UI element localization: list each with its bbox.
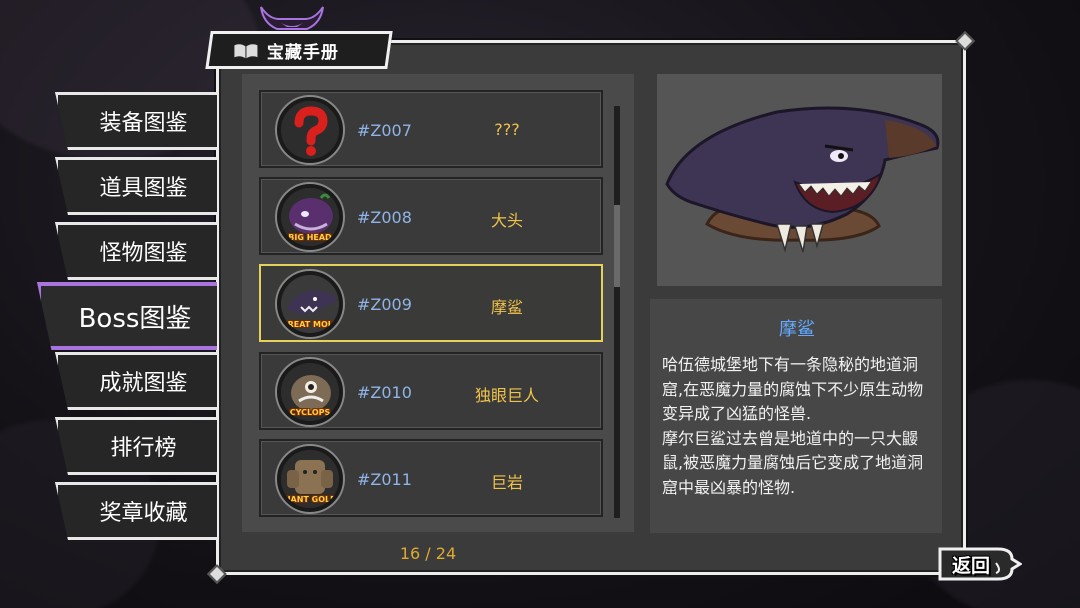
boss-list-row[interactable]: BIG HEAD #Z008 大头: [259, 177, 603, 255]
nav-boss-codex[interactable]: Boss图鉴: [37, 282, 217, 350]
boss-portrait: GREAT MOLESHARK: [277, 271, 343, 337]
nav-label: 道具图鉴: [99, 176, 188, 201]
nav-label: Boss图鉴: [78, 303, 192, 334]
nav-label: 装备图鉴: [99, 111, 188, 136]
boss-id: #Z009: [357, 295, 412, 314]
list-scrollbar-thumb[interactable]: [614, 205, 620, 287]
boss-detail-title: 摩鲨: [779, 319, 815, 340]
boss-portrait: [277, 97, 343, 163]
nav-label: 成就图鉴: [99, 371, 188, 396]
frame-corner-ornament: [207, 564, 227, 584]
portrait-logo-label: GREAT MOLESHARK: [281, 320, 339, 329]
boss-portrait: GIANT GOLEM: [277, 446, 343, 512]
title-tab: 宝藏手册: [205, 31, 393, 69]
nav-label: 怪物图鉴: [99, 241, 188, 266]
boss-list-row[interactable]: CYCLOPS #Z010 独眼巨人: [259, 352, 603, 430]
nav-medal-collection[interactable]: 奖章收藏: [55, 482, 217, 540]
boss-portrait: CYCLOPS: [277, 359, 343, 425]
nav-monster-codex[interactable]: 怪物图鉴: [55, 222, 217, 280]
boss-id: #Z007: [357, 121, 412, 140]
nav-item-codex[interactable]: 道具图鉴: [55, 157, 217, 215]
page-indicator: 16 / 24: [399, 544, 457, 563]
nav-equipment-codex[interactable]: 装备图鉴: [55, 92, 217, 150]
boss-name: ???: [494, 120, 520, 139]
boss-portrait: BIG HEAD: [277, 184, 343, 250]
nav-leaderboard[interactable]: 排行榜: [55, 417, 217, 475]
frame-corner-ornament: [955, 31, 975, 51]
boss-id: #Z010: [357, 383, 412, 402]
list-scrollbar-track[interactable]: [614, 106, 620, 518]
boss-id: #Z011: [357, 470, 412, 489]
nav-label: 排行榜: [110, 436, 177, 461]
boss-description-panel: 摩鲨 哈伍德城堡地下有一条隐秘的地道洞窟,在恶魔力量的腐蚀下不少原生动物变异成了…: [650, 299, 942, 533]
open-book-icon: [233, 42, 259, 59]
boss-description-paragraph: 摩尔巨鲨过去曾是地道中的一只大鼹鼠,被恶魔力量腐蚀后它变成了地道洞窟中最凶暴的怪…: [662, 428, 924, 497]
boss-name: 大头: [490, 211, 523, 230]
boss-list-row-selected[interactable]: GREAT MOLESHARK #Z009 摩鲨: [259, 264, 603, 342]
back-button-label: 返回: [951, 555, 990, 577]
boss-name: 摩鲨: [490, 298, 523, 317]
great-moleshark-boss-art: [657, 74, 942, 286]
boss-list-row[interactable]: GIANT GOLEM #Z011 巨岩: [259, 439, 603, 517]
portrait-logo-label: BIG HEAD: [288, 233, 332, 242]
page-title: 宝藏手册: [267, 42, 339, 63]
nav-achievement-codex[interactable]: 成就图鉴: [55, 352, 217, 410]
nav-label: 奖章收藏: [99, 501, 188, 526]
boss-image-panel: [657, 74, 942, 286]
boss-id: #Z008: [357, 208, 412, 227]
question-mark-icon: [281, 101, 339, 159]
boss-list-row[interactable]: #Z007 ???: [259, 90, 603, 168]
portrait-logo-label: GIANT GOLEM: [281, 495, 343, 504]
boss-name: 独眼巨人: [474, 386, 539, 405]
back-button[interactable]: 返回: [936, 543, 1022, 585]
portrait-logo-label: CYCLOPS: [289, 408, 331, 417]
boss-description-paragraph: 哈伍德城堡地下有一条隐秘的地道洞窟,在恶魔力量的腐蚀下不少原生动物变异成了凶猛的…: [662, 355, 924, 423]
boss-name: 巨岩: [490, 473, 523, 492]
